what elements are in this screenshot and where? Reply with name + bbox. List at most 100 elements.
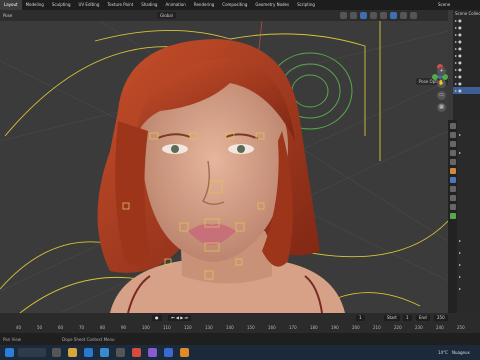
weather-condition: Nuageux (452, 350, 470, 355)
frame-number: 220 (394, 325, 402, 330)
tab-texture-paint[interactable]: Texture Paint (103, 0, 137, 10)
frame-ruler[interactable]: 40 50 60 70 80 90 100 110 120 130 140 150 160 170 180 1… (0, 323, 480, 333)
properties-row[interactable]: ▸ (459, 250, 461, 255)
tab-shading[interactable]: Shading (137, 0, 161, 10)
output-tab-icon[interactable] (449, 141, 456, 147)
frame-number: 70 (79, 325, 85, 330)
edge-browser-icon[interactable] (84, 348, 93, 357)
store-icon[interactable] (116, 348, 125, 357)
outliner-row[interactable]: ▸ ● (453, 66, 480, 73)
top-menu-bar: Layout Modeling Sculpting UV Editing Tex… (0, 0, 480, 10)
outliner-row[interactable]: ▸ ● (453, 59, 480, 66)
properties-row[interactable]: ▸ (459, 274, 461, 279)
tab-compositing[interactable]: Compositing (218, 0, 251, 10)
object-tab-icon[interactable] (449, 168, 456, 174)
outliner-row[interactable]: ▸ ● (453, 80, 480, 87)
overlay-toggle-icon[interactable] (360, 12, 367, 19)
properties-row[interactable]: ▸ (459, 150, 461, 155)
search-box[interactable] (18, 348, 46, 357)
frame-number: 160 (268, 325, 276, 330)
tab-sculpting[interactable]: Sculpting (48, 0, 75, 10)
frame-number: 150 (247, 325, 255, 330)
gizmo-toggle-icon[interactable] (350, 12, 357, 19)
outliner-row[interactable]: ▸ ● (453, 31, 480, 38)
outliner-row[interactable]: ▸ ● (453, 24, 480, 31)
task-view-icon[interactable] (52, 348, 61, 357)
outliner-row[interactable]: ▸ ● (453, 38, 480, 45)
pan-view-hint: Pan View (3, 337, 21, 342)
pan-hand-icon[interactable]: ✋ (437, 79, 446, 88)
start-frame-field[interactable]: 1 (403, 315, 412, 321)
zoom-icon[interactable]: + (437, 67, 446, 76)
modifier-tab-icon[interactable] (449, 177, 456, 183)
properties-row[interactable]: ▸ (459, 286, 461, 291)
outliner-row[interactable]: ▸ ● (453, 17, 480, 24)
world-tab-icon[interactable] (449, 159, 456, 165)
tab-modeling[interactable]: Modeling (22, 0, 48, 10)
tab-scripting[interactable]: Scripting (293, 0, 319, 10)
properties-tabs (448, 120, 457, 313)
frame-number: 240 (436, 325, 444, 330)
frame-number: 110 (163, 325, 171, 330)
outliner-row-selected[interactable]: ▸ ● (453, 87, 480, 94)
end-frame-label: End (416, 315, 430, 321)
right-iris (237, 145, 245, 153)
xray-icon[interactable] (370, 12, 377, 19)
particles-tab-icon[interactable] (449, 186, 456, 192)
weather-temperature: 14°C (438, 350, 448, 355)
constraints-tab-icon[interactable] (449, 204, 456, 210)
material-shading-icon[interactable] (400, 12, 407, 19)
solid-shading-icon[interactable] (390, 12, 397, 19)
keyframe-icon[interactable]: ● (152, 315, 162, 321)
properties-row[interactable]: ▸ (459, 238, 461, 243)
tool-tab-icon[interactable] (449, 123, 456, 129)
frame-number: 80 (100, 325, 106, 330)
tab-layout[interactable]: Layout (0, 0, 22, 10)
outliner-row[interactable]: ▸ ● (453, 73, 480, 80)
playback-controls[interactable]: ⏮ ◀ ▶ ⏭ (168, 315, 192, 321)
current-frame-field[interactable]: 1 (356, 315, 365, 321)
tab-rendering[interactable]: Rendering (190, 0, 218, 10)
frame-number: 170 (289, 325, 297, 330)
frame-number: 90 (121, 325, 127, 330)
frame-number: 200 (352, 325, 360, 330)
blender-icon[interactable] (180, 348, 189, 357)
windows-start-icon[interactable] (5, 348, 14, 357)
tab-geometry-nodes[interactable]: Geometry Nodes (251, 0, 293, 10)
left-iris (171, 145, 179, 153)
rendered-shading-icon[interactable] (410, 12, 417, 19)
data-tab-icon[interactable] (449, 213, 456, 219)
scene-selector[interactable]: Scene (438, 1, 478, 9)
mode-selector[interactable]: Pose (3, 13, 12, 18)
3d-viewport[interactable]: Pose Options + ✋ ▭ ▦ (0, 21, 448, 313)
outliner-title: Scene Collection (455, 11, 480, 16)
tab-animation[interactable]: Animation (161, 0, 189, 10)
orientation-dropdown[interactable]: Global (157, 12, 176, 19)
properties-row[interactable]: ▸ (459, 132, 461, 137)
app-icon[interactable] (148, 348, 157, 357)
viewport-header-icons (340, 12, 417, 19)
properties-panel: ▸ ▸ ▸ ▸ ▸ ▸ ▸ (448, 120, 480, 313)
perspective-grid-icon[interactable]: ▦ (437, 103, 446, 112)
chrome-icon[interactable] (132, 348, 141, 357)
tab-uv-editing[interactable]: UV Editing (75, 0, 104, 10)
render-tab-icon[interactable] (449, 132, 456, 138)
wireframe-shading-icon[interactable] (380, 12, 387, 19)
scene-tab-icon[interactable] (449, 150, 456, 156)
visibility-icon[interactable] (340, 12, 347, 19)
status-bar: Pan View Dope Sheet Context Menu (0, 333, 480, 345)
app-icon-2[interactable] (164, 348, 173, 357)
physics-tab-icon[interactable] (449, 195, 456, 201)
camera-view-icon[interactable]: ▭ (437, 91, 446, 100)
properties-row[interactable]: ▸ (459, 262, 461, 267)
frame-number: 60 (58, 325, 64, 330)
frame-number: 130 (205, 325, 213, 330)
mail-icon[interactable] (100, 348, 109, 357)
end-frame-field[interactable]: 250 (434, 315, 448, 321)
frame-number: 100 (142, 325, 150, 330)
file-explorer-icon[interactable] (68, 348, 77, 357)
frame-number: 250 (457, 325, 465, 330)
timeline-panel[interactable]: ● ⏮ ◀ ▶ ⏭ 1 Start 1 End 250 40 50 60 70 80 90… (0, 313, 480, 333)
outliner-row[interactable]: ▸ ● (453, 52, 480, 59)
outliner-row[interactable]: ▸ ● (453, 45, 480, 52)
